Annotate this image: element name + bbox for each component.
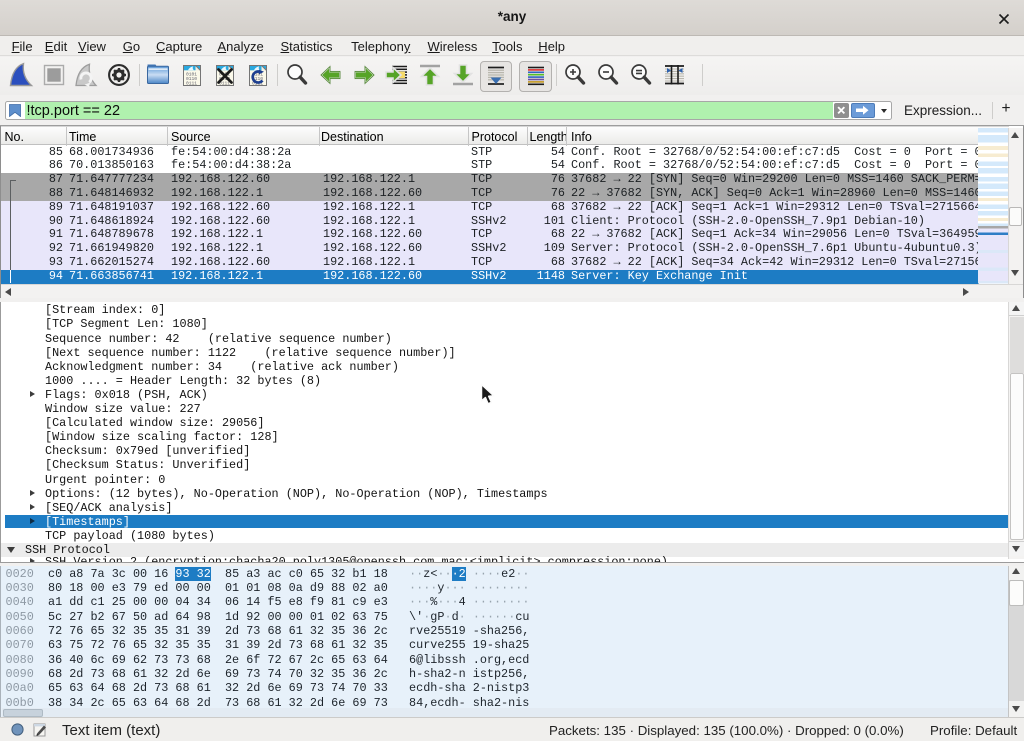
svg-text:0111: 0111 [186,81,197,87]
